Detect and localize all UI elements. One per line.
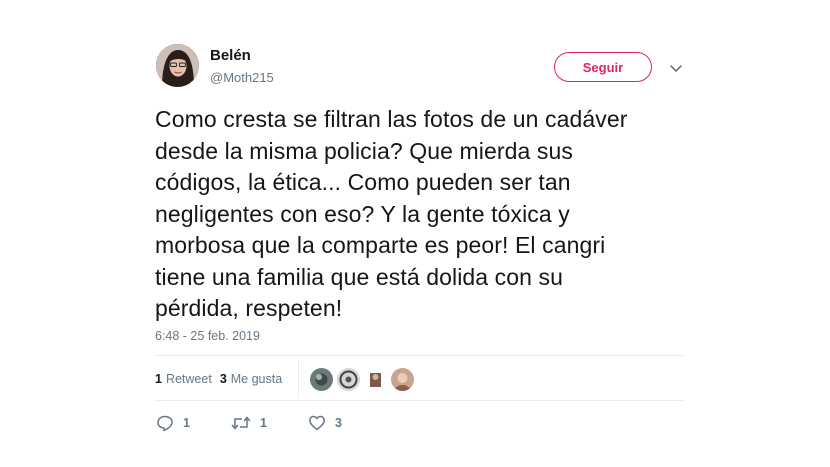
stats-divider [298, 360, 299, 398]
likers-avatars [310, 368, 414, 391]
tweet-card: Belén @Moth215 Seguir Como cresta se fil… [0, 0, 830, 467]
retweet-button[interactable]: 1 [231, 414, 308, 432]
like-count: 3 [335, 416, 342, 430]
liker-avatar[interactable] [337, 368, 360, 391]
retweets-count: 1 [155, 372, 162, 386]
like-button[interactable]: 3 [308, 414, 342, 432]
avatar[interactable] [156, 44, 199, 87]
divider [154, 355, 684, 356]
tweet-timestamp[interactable]: 6:48 - 25 feb. 2019 [155, 329, 260, 343]
heart-icon [308, 414, 326, 432]
chevron-down-icon[interactable] [668, 60, 684, 76]
tweet-stats: 1 Retweet 3 Me gusta [155, 372, 282, 386]
liker-avatar[interactable] [310, 368, 333, 391]
user-handle[interactable]: @Moth215 [210, 70, 274, 85]
retweet-count: 1 [260, 416, 267, 430]
liker-avatar[interactable] [364, 368, 387, 391]
retweets-label: Retweet [165, 372, 212, 386]
follow-button[interactable]: Seguir [554, 52, 652, 82]
tweet-actions: 1 1 3 [156, 414, 342, 432]
retweet-icon [231, 414, 251, 432]
reply-button[interactable]: 1 [156, 414, 231, 432]
liker-avatar[interactable] [391, 368, 414, 391]
likes-stat[interactable]: 3 Me gusta [220, 372, 282, 386]
likes-count: 3 [219, 372, 227, 386]
user-name[interactable]: Belén [210, 47, 251, 64]
reply-count: 1 [183, 416, 190, 430]
reply-icon [156, 414, 174, 432]
divider [154, 400, 684, 401]
retweets-stat[interactable]: 1 Retweet [155, 372, 212, 386]
likes-label: Me gusta [230, 372, 283, 386]
tweet-text: Como cresta se filtran las fotos de un c… [155, 106, 628, 321]
